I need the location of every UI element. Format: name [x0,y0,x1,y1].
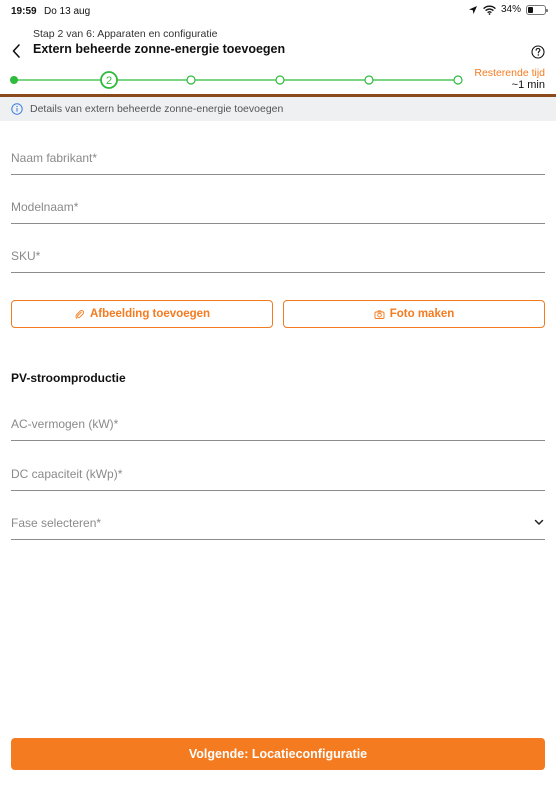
dc-capacity-label: DC capaciteit (kWp)* [11,467,123,481]
info-banner: Details van extern beheerde zonne-energi… [0,97,556,121]
add-image-button[interactable]: Afbeelding toevoegen [11,300,273,328]
take-photo-label: Foto maken [389,308,455,320]
ac-power-field[interactable]: AC-vermogen (kW)* [11,411,545,441]
step-dot-1-completed [10,76,18,84]
step-dot-3 [186,75,196,85]
dc-capacity-field[interactable]: DC capaciteit (kWp)* [11,461,545,491]
take-photo-button[interactable]: Foto maken [283,300,545,328]
battery-percentage: 34% [500,4,521,15]
manufacturer-label: Naam fabrikant* [11,151,98,165]
step-dot-5 [364,75,374,85]
model-label: Modelnaam* [11,200,79,214]
current-step-number: 2 [106,75,112,87]
chevron-down-icon [534,519,544,525]
manufacturer-field[interactable]: Naam fabrikant* [11,145,545,175]
sku-label: SKU* [11,249,41,263]
pv-section-title: PV-stroomproductie [11,371,126,385]
wifi-icon [483,5,496,15]
status-right: 34% [468,4,548,15]
ac-power-label: AC-vermogen (kW)* [11,417,119,431]
status-date: Do 13 aug [44,6,91,17]
header: Stap 2 van 6: Apparaten en configuratie … [0,22,556,62]
step-dot-6 [453,75,463,85]
paperclip-icon [75,309,85,319]
next-button[interactable]: Volgende: Locatieconfiguratie [11,738,545,770]
help-button[interactable] [531,45,545,59]
step-label: Stap 2 van 6: Apparaten en configuratie [33,28,218,40]
info-text: Details van extern beheerde zonne-energi… [30,103,284,115]
progress-stepper: 2 Resterende tijd ~1 min [0,62,556,94]
chevron-left-icon [12,44,20,58]
camera-icon [374,309,385,319]
battery-icon [526,4,548,15]
sku-field[interactable]: SKU* [11,243,545,273]
model-field[interactable]: Modelnaam* [11,194,545,224]
next-button-label: Volgende: Locatieconfiguratie [188,747,368,761]
phase-select[interactable]: Fase selecteren* [11,510,545,540]
screen: 19:59 Do 13 aug 34% Stap 2 van 6: Appara… [0,0,556,800]
back-button[interactable] [9,42,25,60]
location-arrow-icon [468,5,477,14]
progress-track: 2 [10,71,463,89]
phase-label: Fase selecteren* [11,516,102,530]
help-icon [531,45,545,59]
step-dot-4 [275,75,285,85]
remaining-time-value: ~1 min [511,79,545,91]
status-bar: 19:59 Do 13 aug 34% [0,0,556,22]
status-time: 19:59 [11,6,37,17]
page-title: Extern beheerde zonne-energie toevoegen [33,42,286,56]
info-icon [11,103,23,115]
battery-level [528,6,534,13]
add-image-label: Afbeelding toevoegen [89,308,211,320]
remaining-time-label: Resterende tijd [474,67,545,79]
